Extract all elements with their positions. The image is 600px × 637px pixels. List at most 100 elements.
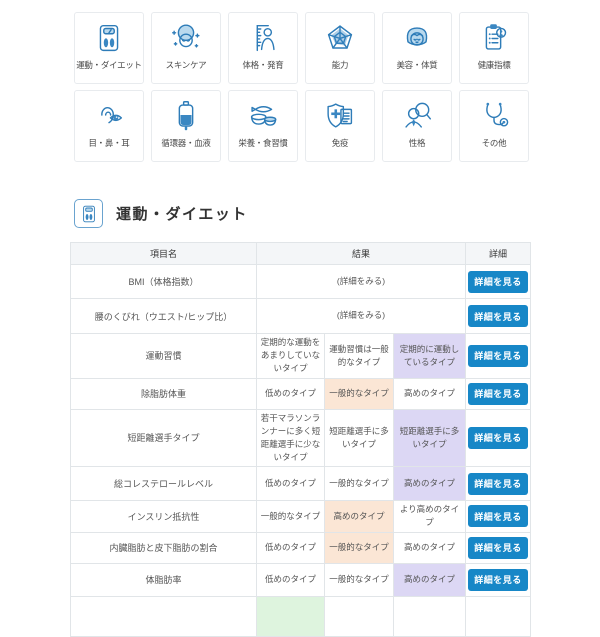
- table-row-partial: [71, 596, 531, 636]
- result-mid: 運動習慣は一般的なタイプ: [325, 334, 394, 379]
- category-label: 体格・発育: [242, 59, 283, 71]
- result-span: (詳細をみる): [257, 265, 466, 299]
- category-tile-exercise-diet[interactable]: 運動・ダイエット: [74, 12, 144, 84]
- category-label: その他: [482, 137, 507, 149]
- category-tile-immunity[interactable]: 免疫: [305, 90, 375, 162]
- magnifier-person-icon: [398, 97, 436, 135]
- table-row: 運動習慣 定期的な運動をあまりしていないタイプ 運動習慣は一般的なタイプ 定期的…: [71, 334, 531, 379]
- category-label: 美容・体質: [396, 59, 437, 71]
- detail-button[interactable]: 詳細を見る: [468, 537, 528, 559]
- radar-chart-icon: [321, 19, 359, 57]
- woman-face-icon: [398, 19, 436, 57]
- result-span: (詳細をみる): [257, 299, 466, 334]
- detail-button[interactable]: 詳細を見る: [468, 383, 528, 405]
- result-high: 高めのタイプ: [394, 532, 466, 563]
- result-mid: [325, 596, 394, 636]
- result-low: 若干マラソンランナーに多く短距離選手に少ないタイプ: [257, 409, 325, 467]
- detail-button[interactable]: 詳細を見る: [468, 569, 528, 591]
- category-label: 性格: [409, 137, 425, 149]
- table-row: 総コレステロールレベル 低めのタイプ 一般的なタイプ 高めのタイプ 詳細を見る: [71, 467, 531, 501]
- category-tile-circulatory-blood[interactable]: 循環器・血液: [151, 90, 221, 162]
- result-high: [394, 596, 466, 636]
- item-name: 腰のくびれ（ウエスト/ヒップ比）: [71, 299, 257, 334]
- category-grid: 運動・ダイエット スキンケア 体格・発育 能力: [74, 12, 529, 162]
- clipboard-icon: [475, 19, 513, 57]
- food-bowls-icon: [244, 97, 282, 135]
- category-tile-eye-nose-ear[interactable]: 目・鼻・耳: [74, 90, 144, 162]
- shield-cross-icon: [321, 97, 359, 135]
- item-name: 運動習慣: [71, 334, 257, 379]
- category-label: 運動・ダイエット: [76, 59, 142, 71]
- result-mid: 一般的なタイプ: [325, 563, 394, 596]
- section-title: 運動・ダイエット: [116, 203, 248, 224]
- height-measure-icon: [244, 19, 282, 57]
- category-label: 目・鼻・耳: [88, 137, 129, 149]
- result-low-highlighted: [257, 596, 325, 636]
- category-tile-beauty-constitution[interactable]: 美容・体質: [382, 12, 452, 84]
- result-low: 低めのタイプ: [257, 563, 325, 596]
- column-header-item: 項目名: [71, 243, 257, 265]
- category-tile-skincare[interactable]: スキンケア: [151, 12, 221, 84]
- category-label: 健康指標: [478, 59, 511, 71]
- result-low: 低めのタイプ: [257, 532, 325, 563]
- detail-button[interactable]: 詳細を見る: [468, 305, 528, 327]
- result-low: 低めのタイプ: [257, 467, 325, 501]
- category-label: 能力: [332, 59, 348, 71]
- item-name: BMI（体格指数）: [71, 265, 257, 299]
- category-tile-physique-growth[interactable]: 体格・発育: [228, 12, 298, 84]
- item-name: インスリン抵抗性: [71, 501, 257, 532]
- table-row: 体脂肪率 低めのタイプ 一般的なタイプ 高めのタイプ 詳細を見る: [71, 563, 531, 596]
- category-label: 栄養・食習慣: [238, 137, 287, 149]
- result-high: 高めのタイプ: [394, 378, 466, 409]
- face-care-icon: [167, 19, 205, 57]
- category-tile-personality[interactable]: 性格: [382, 90, 452, 162]
- item-name: [71, 596, 257, 636]
- category-label: 免疫: [332, 137, 348, 149]
- category-tile-ability[interactable]: 能力: [305, 12, 375, 84]
- column-header-detail: 詳細: [466, 243, 531, 265]
- category-tile-others[interactable]: その他: [459, 90, 529, 162]
- detail-button[interactable]: 詳細を見る: [468, 271, 528, 293]
- scale-icon: [74, 199, 103, 228]
- column-header-result: 結果: [257, 243, 466, 265]
- table-row: 腰のくびれ（ウエスト/ヒップ比） (詳細をみる) 詳細を見る: [71, 299, 531, 334]
- result-high: より高めのタイプ: [394, 501, 466, 532]
- item-name: 除脂肪体重: [71, 378, 257, 409]
- detail-button[interactable]: 詳細を見る: [468, 505, 528, 527]
- ear-eye-icon: [90, 97, 128, 135]
- category-tile-health-index[interactable]: 健康指標: [459, 12, 529, 84]
- result-low: 低めのタイプ: [257, 378, 325, 409]
- result-low: 定期的な運動をあまりしていないタイプ: [257, 334, 325, 379]
- result-mid-highlighted: 一般的なタイプ: [325, 532, 394, 563]
- section-header: 運動・ダイエット: [74, 199, 248, 228]
- result-mid: 一般的なタイプ: [325, 467, 394, 501]
- detail-button[interactable]: 詳細を見る: [468, 427, 528, 449]
- table-row: 短距離選手タイプ 若干マラソンランナーに多く短距離選手に少ないタイプ 短距離選手…: [71, 409, 531, 467]
- detail-button[interactable]: 詳細を見る: [468, 473, 528, 495]
- table-header-row: 項目名 結果 詳細: [71, 243, 531, 265]
- result-high-highlighted: 高めのタイプ: [394, 467, 466, 501]
- result-mid-highlighted: 一般的なタイプ: [325, 378, 394, 409]
- result-high-highlighted: 短距離選手に多いタイプ: [394, 409, 466, 467]
- detail-button[interactable]: 詳細を見る: [468, 345, 528, 367]
- result-mid-highlighted: 高めのタイプ: [325, 501, 394, 532]
- item-name: 内臓脂肪と皮下脂肪の割合: [71, 532, 257, 563]
- table-row: 除脂肪体重 低めのタイプ 一般的なタイプ 高めのタイプ 詳細を見る: [71, 378, 531, 409]
- item-name: 体脂肪率: [71, 563, 257, 596]
- table-row: インスリン抵抗性 一般的なタイプ 高めのタイプ より高めのタイプ 詳細を見る: [71, 501, 531, 532]
- category-tile-nutrition-diet[interactable]: 栄養・食習慣: [228, 90, 298, 162]
- result-low: 一般的なタイプ: [257, 501, 325, 532]
- result-mid: 短距離選手に多いタイプ: [325, 409, 394, 467]
- stethoscope-icon: [475, 97, 513, 135]
- result-high-highlighted: 定期的に運動しているタイプ: [394, 334, 466, 379]
- item-name: 短距離選手タイプ: [71, 409, 257, 467]
- category-label: スキンケア: [166, 59, 207, 71]
- result-high-highlighted: 高めのタイプ: [394, 563, 466, 596]
- table-row: 内臓脂肪と皮下脂肪の割合 低めのタイプ 一般的なタイプ 高めのタイプ 詳細を見る: [71, 532, 531, 563]
- item-name: 総コレステロールレベル: [71, 467, 257, 501]
- category-label: 循環器・血液: [161, 137, 210, 149]
- table-row: BMI（体格指数） (詳細をみる) 詳細を見る: [71, 265, 531, 299]
- iv-bag-icon: [167, 97, 205, 135]
- results-table: 項目名 結果 詳細 BMI（体格指数） (詳細をみる) 詳細を見る 腰のくびれ（…: [70, 242, 531, 637]
- scale-icon: [90, 19, 128, 57]
